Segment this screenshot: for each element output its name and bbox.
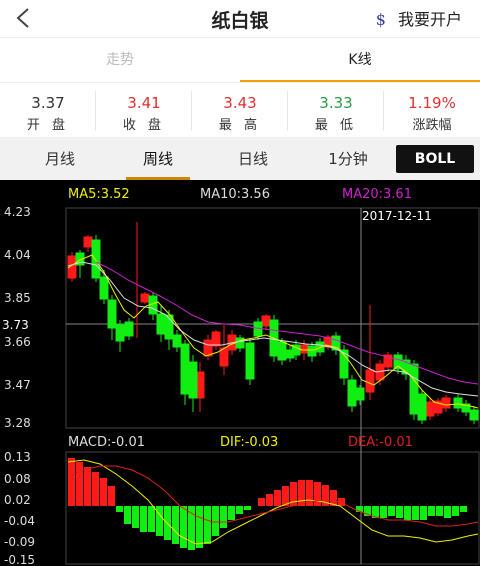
macd-y-tick: 0.13 bbox=[4, 450, 31, 464]
y-tick: 3.85 bbox=[4, 291, 31, 305]
macd-y-tick: 0.02 bbox=[4, 493, 31, 507]
quote-summary: 3.37 开 盘 3.41 收 盘 3.43 最 高 3.33 最 低 1.19… bbox=[0, 82, 480, 138]
macd-y-tick: 0.08 bbox=[4, 472, 31, 486]
y-tick: 3.47 bbox=[4, 378, 31, 392]
boll-indicator-button[interactable]: BOLL bbox=[396, 145, 474, 173]
y-tick: 3.28 bbox=[4, 416, 31, 430]
quote-close: 3.41 收 盘 bbox=[96, 83, 192, 139]
ma20-label: MA20:3.61 bbox=[342, 187, 412, 202]
ma20-line bbox=[95, 261, 479, 385]
quote-low-label: 最 低 bbox=[314, 118, 358, 133]
y-tick: 4.04 bbox=[4, 248, 31, 262]
macd-y-tick: -0.09 bbox=[4, 535, 35, 549]
quote-high: 3.43 最 高 bbox=[192, 83, 288, 139]
y-tick: 4.23 bbox=[4, 205, 31, 219]
back-arrow-icon[interactable] bbox=[14, 7, 34, 29]
period-selector: 月线 周线 日线 1分钟 BOLL bbox=[0, 138, 480, 180]
period-1min[interactable]: 1分钟 bbox=[308, 138, 388, 180]
dea-label: DEA:-0.01 bbox=[348, 435, 413, 450]
quote-change-value: 1.19% bbox=[408, 94, 456, 112]
crosshair-price-label: 3.73 bbox=[2, 318, 29, 332]
quote-open-value: 3.37 bbox=[31, 94, 65, 112]
ma10-label: MA10:3.56 bbox=[200, 187, 270, 202]
quote-low-value: 3.33 bbox=[319, 94, 353, 112]
dollar-icon: $ bbox=[375, 10, 386, 29]
quote-close-value: 3.41 bbox=[127, 94, 161, 112]
dif-label: DIF:-0.03 bbox=[220, 435, 278, 450]
macd-y-tick: -0.04 bbox=[4, 514, 35, 528]
quote-change: 1.19% 涨跌幅 bbox=[384, 83, 480, 139]
kline-svg: MA5:3.52 MA10:3.56 MA20:3.61 4.23 4.04 3… bbox=[2, 187, 480, 566]
kline-chart[interactable]: MA5:3.52 MA10:3.56 MA20:3.61 4.23 4.04 3… bbox=[0, 180, 480, 566]
ma5-label: MA5:3.52 bbox=[68, 187, 130, 202]
quote-close-label: 收 盘 bbox=[122, 118, 166, 133]
y-tick: 3.66 bbox=[4, 335, 31, 349]
period-day[interactable]: 日线 bbox=[213, 138, 293, 180]
quote-change-label: 涨跌幅 bbox=[412, 118, 452, 133]
view-tabs: 走势 K线 bbox=[0, 38, 480, 82]
quote-high-value: 3.43 bbox=[223, 94, 257, 112]
macd-label: MACD:-0.01 bbox=[68, 435, 145, 450]
quote-open-label: 开 盘 bbox=[26, 118, 70, 133]
tab-kline[interactable]: K线 bbox=[240, 38, 480, 82]
crosshair-date-label: 2017-12-11 bbox=[362, 209, 432, 223]
quote-high-label: 最 高 bbox=[218, 118, 262, 133]
period-month[interactable]: 月线 bbox=[20, 138, 100, 180]
open-account-label: 我要开户 bbox=[397, 10, 462, 29]
quote-open: 3.37 开 盘 bbox=[0, 83, 96, 139]
tab-trend[interactable]: 走势 bbox=[0, 38, 240, 82]
period-week[interactable]: 周线 bbox=[118, 138, 198, 180]
app-header: 纸白银 $ 我要开户 bbox=[0, 0, 480, 38]
macd-y-tick: -0.15 bbox=[4, 553, 35, 566]
candles bbox=[67, 222, 479, 424]
quote-low: 3.33 最 低 bbox=[288, 83, 384, 139]
open-account-button[interactable]: $ 我要开户 bbox=[376, 6, 462, 30]
